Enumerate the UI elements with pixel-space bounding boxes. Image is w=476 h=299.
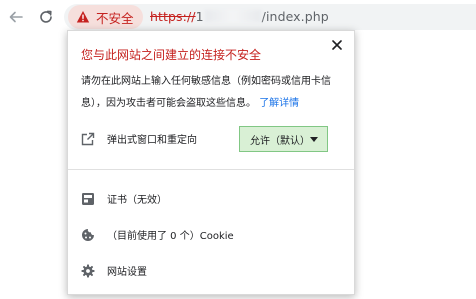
chevron-down-icon: [310, 137, 318, 142]
popup-title: 您与此网站之间建立的连接不安全: [81, 48, 262, 62]
browser-window: 不安全 https://1/index.php 您与此网站之间建立的连接不安全 …: [0, 0, 476, 299]
close-icon: [332, 40, 342, 50]
certificate-row[interactable]: 证书（无效）: [81, 191, 167, 206]
back-arrow-icon: [9, 11, 23, 23]
back-button[interactable]: [6, 7, 26, 27]
section-divider: [68, 169, 354, 170]
popups-redirects-label: 弹出式窗口和重定向: [107, 135, 197, 146]
learn-more-link[interactable]: 了解详情: [259, 98, 299, 109]
external-link-icon: [81, 132, 95, 145]
certificate-label: 证书（无效）: [107, 195, 167, 206]
url-scheme: https://: [150, 9, 196, 24]
close-button[interactable]: [330, 38, 344, 52]
security-label: 不安全: [96, 10, 134, 26]
url-path: /index.php: [261, 9, 329, 24]
certificate-icon: [82, 192, 94, 205]
popup-description: 请勿在此网站上输入任何敏感信息（例如密码或信用卡信息），因为攻击者可能会盗取这些…: [81, 71, 343, 115]
gear-icon: [81, 264, 95, 277]
cookies-row[interactable]: （目前使用了 0 个）Cookie: [81, 227, 234, 242]
url-text[interactable]: https://1/index.php: [150, 9, 329, 24]
cookie-icon: [82, 228, 94, 241]
site-info-popup: 您与此网站之间建立的连接不安全 请勿在此网站上输入任何敏感信息（例如密码或信用卡…: [67, 30, 355, 295]
warning-triangle-icon: [76, 11, 90, 23]
popups-permission-select[interactable]: 允许（默认）: [239, 126, 328, 152]
url-host-redacted: [204, 10, 261, 22]
popups-redirects-row: 弹出式窗口和重定向: [81, 131, 197, 146]
security-indicator-button[interactable]: 不安全: [68, 5, 143, 29]
site-settings-row[interactable]: 网站设置: [81, 263, 147, 278]
reload-button[interactable]: [36, 7, 56, 27]
popups-permission-value: 允许（默认）: [250, 135, 310, 147]
site-settings-label: 网站设置: [107, 267, 147, 278]
url-host: 1: [195, 9, 204, 24]
browser-toolbar: 不安全 https://1/index.php: [0, 0, 476, 34]
reload-icon: [40, 10, 52, 23]
cookies-label: （目前使用了 0 个）Cookie: [107, 231, 234, 242]
